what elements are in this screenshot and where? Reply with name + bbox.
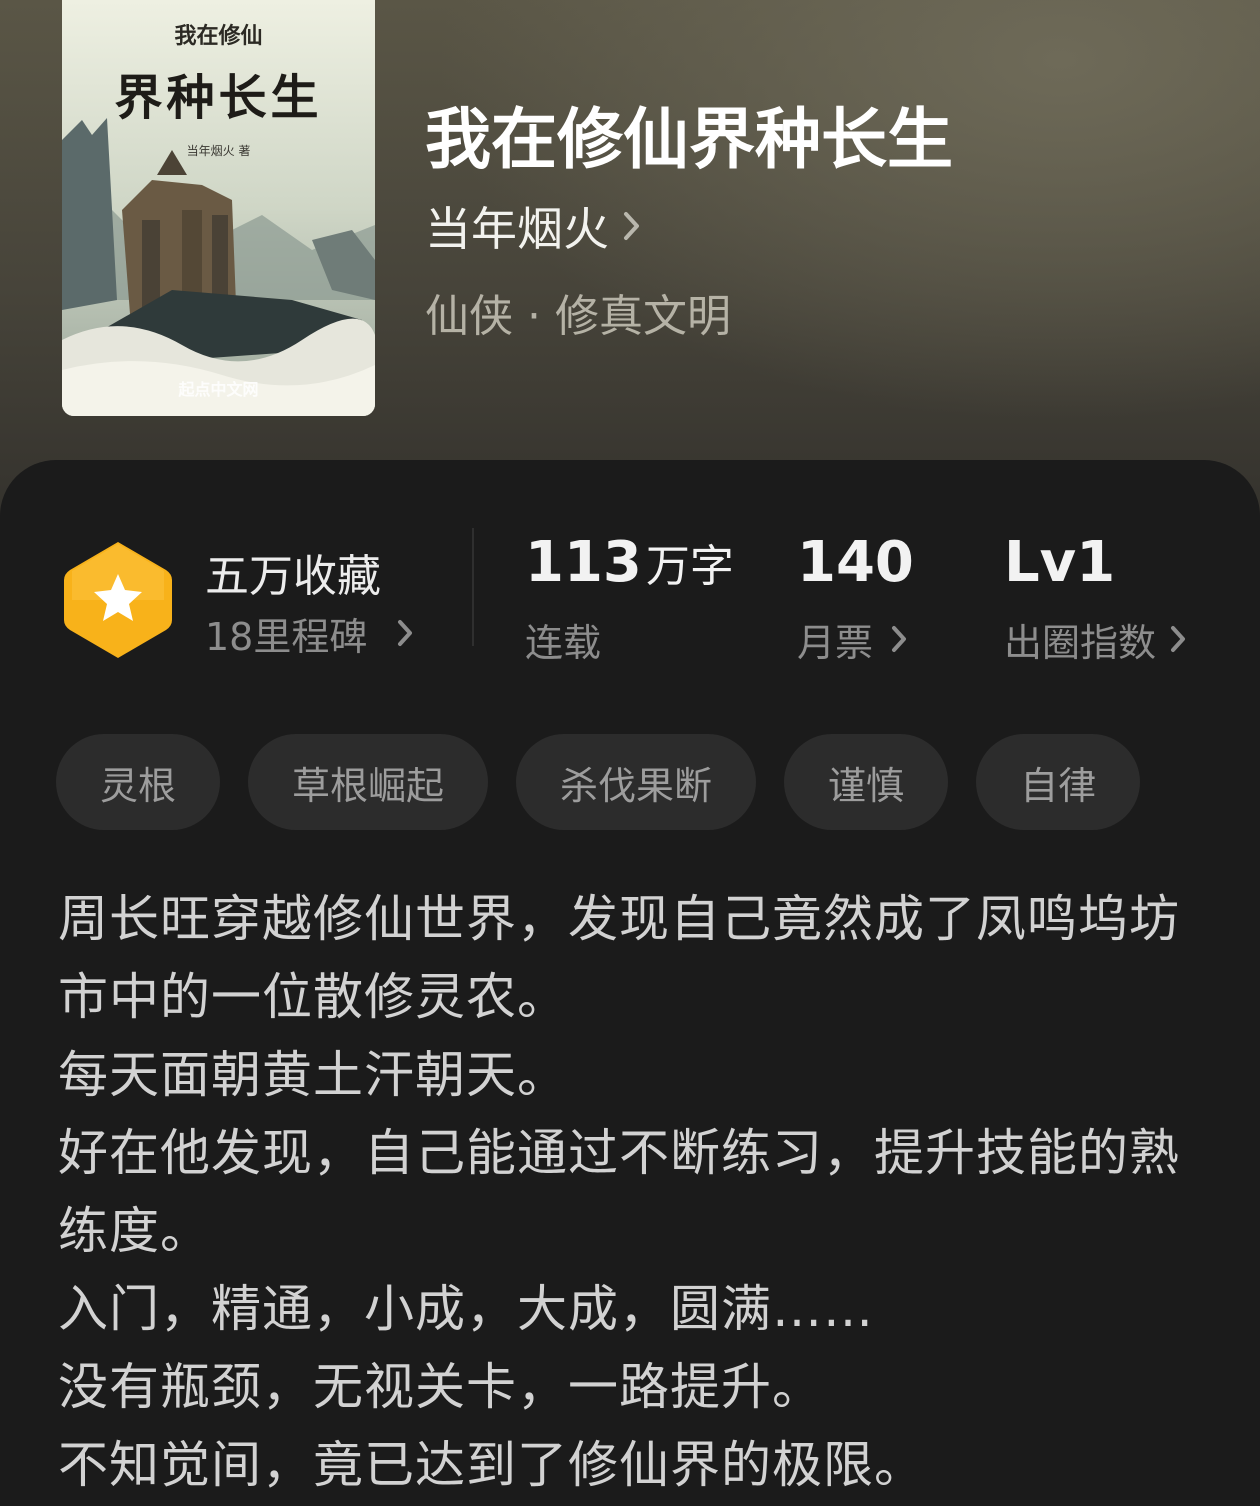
synopsis-line: 入门，精通，小成，大成，圆满…… [58,1280,874,1338]
synopsis-line: 没有瓶颈，无视关卡，一路提升。 [58,1358,823,1416]
word-count-number: 113 [525,530,642,595]
circle-index-label: 出圈指数 [1004,621,1157,665]
synopsis-line: 周长旺穿越修仙世界，发现自己竟然成了凤鸣坞坊市中的一位散修灵农。 [58,890,1180,1026]
chevron-right-icon [623,199,641,253]
cover-publisher: 起点中文网 [178,380,259,399]
book-synopsis[interactable]: 周长旺穿越修仙世界，发现自己竟然成了凤鸣坞坊市中的一位散修灵农。 每天面朝黄土汗… [58,880,1208,1504]
circle-index-number: Lv1 [1004,530,1116,595]
tag-list: 灵根 草根崛起 杀伐果断 谨慎 自律 [56,734,1141,830]
circle-index-level: Lv1 [1004,530,1115,595]
chevron-right-icon [891,618,907,662]
cover-main-title: 界种长生 [114,70,323,126]
tag-chip[interactable]: 草根崛起 [248,734,489,830]
monthly-votes-count: 140 [797,530,914,595]
book-title: 我在修仙界种长生 [425,100,953,178]
circle-index-link[interactable]: 出圈指数 [1004,612,1186,667]
chevron-right-icon [1170,618,1186,662]
synopsis-line: 不知觉间，竟已达到了修仙界的极限。 [58,1436,925,1494]
synopsis-line: 好在他发现，自己能通过不断练习，提升技能的熟练度。 [58,1124,1180,1260]
book-genre: 仙侠 · 修真文明 [425,291,731,342]
serial-status: 连载 [525,621,602,665]
tag-chip[interactable]: 自律 [976,734,1141,830]
stats-divider [472,528,474,646]
book-detail-panel: 五万收藏 18里程碑 113 万字 连载 140 月票 Lv1 出圈指数 灵根 … [0,460,1260,1506]
book-header: 我在修仙 界种长生 当年烟火 著 起点中文网 我在修仙界种长生 当年烟火 仙侠 … [0,0,1260,520]
word-count-unit: 万字 [645,541,734,592]
tag-chip[interactable]: 谨慎 [784,734,949,830]
word-count: 113 万字 [525,530,734,595]
author-link[interactable]: 当年烟火 [425,196,641,256]
monthly-votes-link[interactable]: 月票 [797,612,907,667]
monthly-votes-number: 140 [797,530,914,595]
monthly-votes-label: 月票 [797,621,874,665]
synopsis-line: 每天面朝黄土汗朝天。 [58,1046,568,1104]
author-name: 当年烟火 [425,202,609,256]
chevron-right-icon [397,612,413,656]
tag-chip[interactable]: 杀伐果断 [516,734,757,830]
milestone-label: 18里程碑 [205,615,368,659]
milestone-link[interactable]: 18里程碑 [205,606,413,661]
cover-author: 当年烟火 著 [186,144,251,158]
star-hexagon-icon [62,538,174,666]
tag-chip[interactable]: 灵根 [56,734,221,830]
book-cover[interactable]: 我在修仙 界种长生 当年烟火 著 起点中文网 [62,0,375,416]
collection-count: 五万收藏 [205,551,381,602]
cover-small-title: 我在修仙 [174,23,263,49]
